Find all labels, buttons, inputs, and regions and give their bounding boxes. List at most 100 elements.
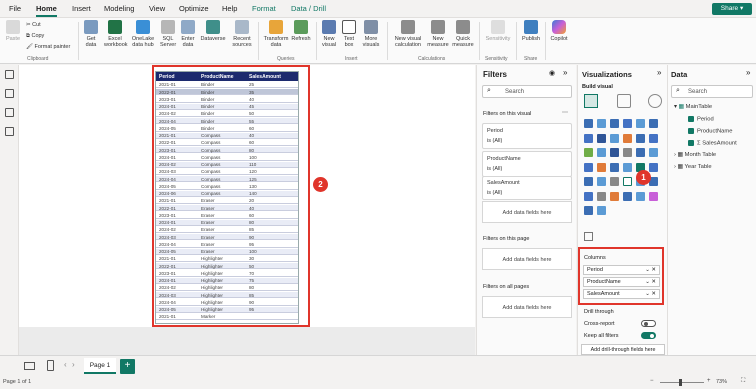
azure-map-icon[interactable] [610,162,619,172]
sensitivity-button[interactable]: Sensitivity [483,20,513,42]
copilot-button[interactable]: Copilot [548,20,570,42]
table-node-year[interactable]: › ▦ Year Table [674,164,712,170]
area-chart-icon[interactable] [597,133,606,143]
new-visual-button[interactable]: New visual [320,20,338,48]
field-product-name[interactable]: ProductName [688,128,732,135]
new-measure-button[interactable]: New measure [427,20,449,48]
eye-icon[interactable]: ◉ [549,69,555,77]
format-visual-tab-icon[interactable] [617,94,631,108]
mobile-layout-icon[interactable] [47,360,54,371]
enter-data-button[interactable]: Enter data [180,20,196,48]
kpi-icon[interactable] [584,177,593,186]
zoom-slider[interactable] [660,379,704,386]
matrix-icon[interactable] [623,177,632,186]
cross-report-toggle[interactable] [641,320,656,327]
waterfall-icon[interactable] [584,148,593,157]
menu-home[interactable]: Home [36,4,57,17]
more-visuals-icon[interactable] [649,191,658,201]
get-data-button[interactable]: Get data [82,20,100,48]
filter-card-period[interactable]: Period is (All) [482,123,572,149]
multi-row-card-icon[interactable] [649,162,658,172]
add-visual-filter-fields-dropzone[interactable]: Add data fields here [482,201,572,223]
copy-button[interactable]: ⧉ Copy [26,33,44,40]
checkbox-checked-icon[interactable] [688,116,694,122]
100-column-icon[interactable] [649,119,658,128]
add-page-filter-fields-dropzone[interactable]: Add data fields here [482,248,572,270]
scatter-icon[interactable] [610,148,619,157]
onelake-button[interactable]: OneLake data hub [130,20,156,48]
sql-server-button[interactable]: SQL Server [160,20,176,48]
publish-button[interactable]: Publish [520,20,542,42]
more-options-icon[interactable]: ⋯ [562,109,568,116]
add-page-button[interactable]: + [120,359,135,374]
field-period[interactable]: Period [688,116,714,123]
add-drill-through-fields-dropzone[interactable]: Add drill-through fields here [581,344,665,355]
format-painter-visual-icon[interactable] [584,232,593,241]
report-view-icon[interactable] [5,70,14,79]
desktop-layout-icon[interactable] [24,362,35,370]
data-search-input[interactable]: ⌕ Search [671,85,753,98]
menu-file[interactable]: File [9,4,21,13]
dax-query-view-icon[interactable] [5,127,14,136]
paste-button[interactable]: Paste [4,20,22,42]
recent-sources-button[interactable]: Recent sources [230,20,254,48]
table-node-main[interactable]: ▾ ▦ MainTable [674,104,712,110]
funnel-icon[interactable] [597,148,606,157]
line-column-icon[interactable] [623,133,632,143]
zoom-in-icon[interactable]: + [707,378,711,384]
gauge-icon[interactable] [623,162,632,172]
dataverse-button[interactable]: Dataverse [199,20,227,42]
pie-chart-icon[interactable] [623,148,632,157]
new-visual-calculation-button[interactable]: New visual calculation [392,20,424,48]
collapse-data-icon[interactable]: » [746,68,750,77]
paginated-icon[interactable] [636,191,645,201]
map-icon[interactable] [584,162,593,172]
stacked-bar-icon[interactable] [584,119,593,128]
checkbox-checked-icon[interactable] [688,128,694,134]
decomposition-tree-icon[interactable] [597,191,606,201]
100-bar-icon[interactable] [636,119,645,128]
more-visuals-button[interactable]: More visuals [360,20,382,48]
qa-icon[interactable] [610,191,619,201]
line-stacked-icon[interactable] [636,133,645,143]
menu-optimize[interactable]: Optimize [179,4,209,13]
field-sales-amount[interactable]: Σ SalesAmount [688,140,737,147]
filter-card-sales-amount[interactable]: SalesAmount is (All) [482,176,572,200]
stacked-bar-icon[interactable] [584,206,593,215]
menu-format[interactable]: Format [252,4,276,13]
filter-card-product-name[interactable]: ProductName is (All) [482,151,572,177]
zoom-slider-thumb[interactable] [679,379,683,386]
text-box-button[interactable]: Text box [341,20,357,48]
key-influencers-icon[interactable] [584,191,593,201]
page-tab-1[interactable]: Page 1 [84,358,116,374]
slicer-icon[interactable] [597,177,606,186]
clustered-bar-icon[interactable] [610,119,619,128]
menu-modeling[interactable]: Modeling [104,4,134,13]
treemap-icon[interactable] [649,148,658,157]
stacked-column-icon[interactable] [597,206,606,215]
refresh-button[interactable]: Refresh [291,20,311,42]
table-node-month[interactable]: › ▦ Month Table [674,152,716,158]
fit-to-page-icon[interactable]: ⛶ [741,378,745,385]
quick-measure-button[interactable]: Quick measure [452,20,474,48]
table-icon[interactable] [610,177,619,186]
ribbon-chart-icon[interactable] [649,133,658,143]
format-painter-button[interactable]: 🖌 Format painter [26,44,70,50]
stacked-column-icon[interactable] [597,119,606,128]
menu-insert[interactable]: Insert [72,4,91,13]
collapse-filters-icon[interactable]: » [563,68,567,77]
share-button[interactable]: Share ▾ [712,3,752,15]
excel-workbook-button[interactable]: Excel workbook [104,20,128,48]
filters-search-input[interactable]: ⌕ Search [482,85,572,98]
clustered-column-icon[interactable] [623,119,632,128]
analytics-tab-icon[interactable] [648,94,662,108]
build-visual-tab-icon[interactable] [584,94,598,108]
model-view-icon[interactable] [5,108,14,117]
menu-data-drill[interactable]: Data / Drill [291,4,326,13]
add-all-pages-filter-fields-dropzone[interactable]: Add data fields here [482,296,572,318]
checkbox-checked-icon[interactable] [688,140,694,146]
filled-map-icon[interactable] [597,162,606,172]
stacked-area-icon[interactable] [610,133,619,143]
narrative-icon[interactable] [623,191,632,201]
menu-view[interactable]: View [149,4,165,13]
